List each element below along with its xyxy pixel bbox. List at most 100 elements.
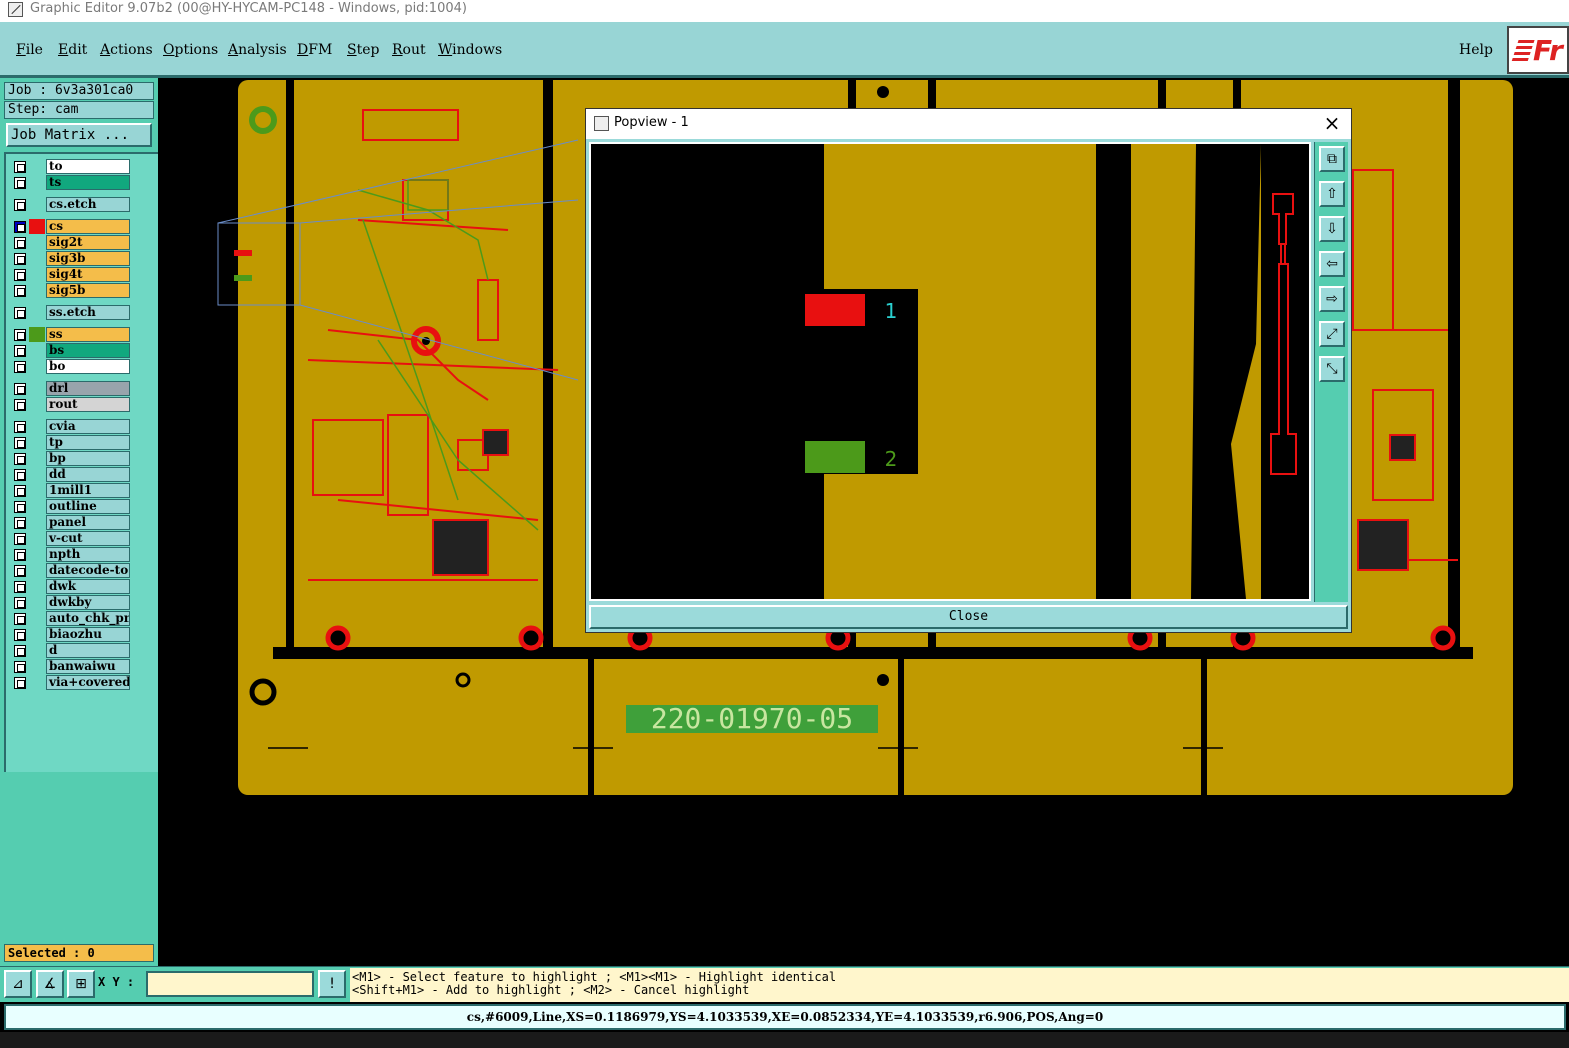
layer-name[interactable]: cs <box>46 219 130 234</box>
layer-color-swatch[interactable] <box>29 343 45 358</box>
layer-color-swatch[interactable] <box>29 563 45 578</box>
menu-step[interactable]: Step <box>347 42 379 58</box>
layer-checkbox[interactable] <box>14 329 26 341</box>
layer-name[interactable]: 1mill1 <box>46 483 130 498</box>
xy-input[interactable] <box>146 971 314 997</box>
layer-checkbox[interactable] <box>14 177 26 189</box>
layer-checkbox[interactable] <box>14 161 26 173</box>
menu-actions[interactable]: Actions <box>100 42 153 58</box>
layer-checkbox[interactable] <box>14 399 26 411</box>
layer-color-swatch[interactable] <box>29 515 45 530</box>
layer-color-swatch[interactable] <box>29 267 45 282</box>
layer-name[interactable]: sig3b <box>46 251 130 266</box>
layer-name[interactable]: datecode-to <box>46 563 130 578</box>
layer-checkbox[interactable] <box>14 549 26 561</box>
layer-name[interactable]: bs <box>46 343 130 358</box>
layer-name[interactable]: tp <box>46 435 130 450</box>
layer-row-tp[interactable]: tp <box>10 435 132 450</box>
layer-checkbox[interactable] <box>14 421 26 433</box>
layer-name[interactable]: ss <box>46 327 130 342</box>
layer-checkbox[interactable] <box>14 645 26 657</box>
layer-row-sig2t[interactable]: sig2t <box>10 235 132 250</box>
layer-checkbox[interactable] <box>14 307 26 319</box>
menu-dfm[interactable]: DFM <box>297 42 332 58</box>
layer-row-biaozhu[interactable]: biaozhu <box>10 627 132 642</box>
layer-color-swatch[interactable] <box>29 175 45 190</box>
layer-name[interactable]: cs.etch <box>46 197 130 212</box>
layer-row-sig5b[interactable]: sig5b <box>10 283 132 298</box>
layer-name[interactable]: sig2t <box>46 235 130 250</box>
layer-row-panel[interactable]: panel <box>10 515 132 530</box>
layer-row-ss-etch[interactable]: ss.etch <box>10 305 132 320</box>
layer-name[interactable]: dd <box>46 467 130 482</box>
layer-name[interactable]: ss.etch <box>46 305 130 320</box>
layer-color-swatch[interactable] <box>29 397 45 412</box>
layer-color-swatch[interactable] <box>29 483 45 498</box>
layer-row-ss[interactable]: ss <box>10 327 132 342</box>
layer-row-cvia[interactable]: cvia <box>10 419 132 434</box>
layer-row-dwkby[interactable]: dwkby <box>10 595 132 610</box>
pan-up-icon[interactable]: ⇧ <box>1319 181 1345 207</box>
menu-windows[interactable]: Windows <box>438 42 502 58</box>
layer-color-swatch[interactable] <box>29 381 45 396</box>
layer-color-swatch[interactable] <box>29 327 45 342</box>
layer-color-swatch[interactable] <box>29 251 45 266</box>
popview-canvas[interactable]: 1 2 <box>589 142 1311 601</box>
layer-checkbox[interactable] <box>14 361 26 373</box>
layer-name[interactable]: auto_chk_pn. <box>46 611 130 626</box>
layer-row-drl[interactable]: drl <box>10 381 132 396</box>
menu-rout[interactable]: Rout <box>392 42 426 58</box>
layer-color-swatch[interactable] <box>29 159 45 174</box>
layer-checkbox[interactable] <box>14 269 26 281</box>
layer-checkbox[interactable] <box>14 437 26 449</box>
layer-row-dwk[interactable]: dwk <box>10 579 132 594</box>
layer-row-d[interactable]: d <box>10 643 132 658</box>
layer-color-swatch[interactable] <box>29 451 45 466</box>
layer-name[interactable]: rout <box>46 397 130 412</box>
zoom-out-icon[interactable]: ⤡ <box>1319 356 1345 382</box>
layer-color-swatch[interactable] <box>29 531 45 546</box>
layer-row-auto-chk-pn[interactable]: auto_chk_pn. <box>10 611 132 626</box>
layer-row-ts[interactable]: ts <box>10 175 132 190</box>
layer-name[interactable]: drl <box>46 381 130 396</box>
layer-color-swatch[interactable] <box>29 305 45 320</box>
layer-checkbox[interactable] <box>14 677 26 689</box>
popview-close-icon[interactable]: × <box>1321 111 1343 135</box>
layer-checkbox[interactable] <box>14 533 26 545</box>
layer-name[interactable]: cvia <box>46 419 130 434</box>
layer-row-v-cut[interactable]: v-cut <box>10 531 132 546</box>
layer-color-swatch[interactable] <box>29 197 45 212</box>
menu-edit[interactable]: Edit <box>58 42 87 58</box>
menu-analysis[interactable]: Analysis <box>228 42 287 58</box>
layer-row-bp[interactable]: bp <box>10 451 132 466</box>
layer-name[interactable]: panel <box>46 515 130 530</box>
layer-checkbox[interactable] <box>14 517 26 529</box>
layer-name[interactable]: ts <box>46 175 130 190</box>
layer-name[interactable]: sig5b <box>46 283 130 298</box>
layer-color-swatch[interactable] <box>29 547 45 562</box>
layer-row-dd[interactable]: dd <box>10 467 132 482</box>
layer-checkbox[interactable] <box>14 453 26 465</box>
layer-row-sig4t[interactable]: sig4t <box>10 267 132 282</box>
layer-checkbox[interactable] <box>14 597 26 609</box>
layer-name[interactable]: outline <box>46 499 130 514</box>
pan-down-icon[interactable]: ⇩ <box>1319 216 1345 242</box>
layer-color-swatch[interactable] <box>29 499 45 514</box>
layer-checkbox[interactable] <box>14 199 26 211</box>
layer-color-swatch[interactable] <box>29 435 45 450</box>
job-matrix-button[interactable]: Job Matrix ... <box>6 123 152 147</box>
measure-icon[interactable]: ∡ <box>36 970 64 998</box>
layer-name[interactable]: dwk <box>46 579 130 594</box>
grid-icon[interactable]: ⊞ <box>67 970 95 998</box>
layer-color-swatch[interactable] <box>29 627 45 642</box>
layer-checkbox[interactable] <box>14 581 26 593</box>
layer-color-swatch[interactable] <box>29 359 45 374</box>
zoom-in-icon[interactable]: ⤢ <box>1319 321 1345 347</box>
layer-color-swatch[interactable] <box>29 595 45 610</box>
layer-checkbox[interactable] <box>14 221 26 233</box>
layer-name[interactable]: dwkby <box>46 595 130 610</box>
layer-checkbox[interactable] <box>14 565 26 577</box>
layer-row-1mill1[interactable]: 1mill1 <box>10 483 132 498</box>
layer-name[interactable]: to <box>46 159 130 174</box>
layer-checkbox[interactable] <box>14 629 26 641</box>
